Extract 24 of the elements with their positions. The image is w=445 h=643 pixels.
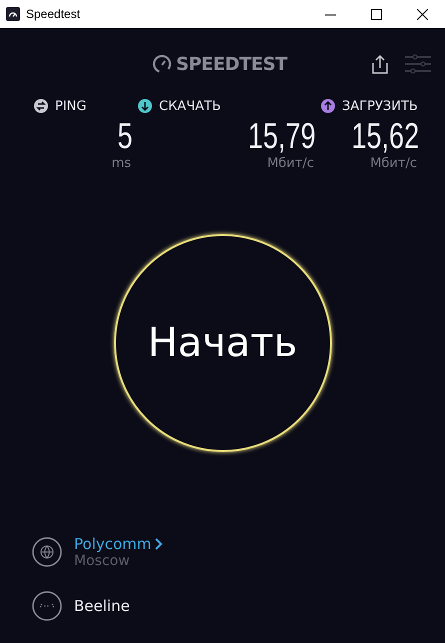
server-link[interactable]: Polycomm <box>74 535 164 553</box>
metric-unit: ms <box>112 156 132 171</box>
chevron-icon <box>155 538 164 550</box>
server-location: Moscow <box>74 553 131 569</box>
metric-unit: Мбит/с <box>267 156 315 171</box>
metric-value: 15,62 <box>351 116 420 156</box>
metric-title: СКАЧАТЬ <box>159 98 221 114</box>
logo-text: SPEEDTEST <box>176 54 288 74</box>
globe-icon <box>32 537 62 567</box>
metric-unit: Мбит/с <box>370 156 418 171</box>
metric-value: 5 <box>117 116 134 156</box>
start-button[interactable]: Начать <box>114 234 332 452</box>
window-title: Speedtest <box>26 7 82 21</box>
metric-title: PING <box>55 98 86 114</box>
provider-name: Beeline <box>74 597 130 615</box>
gauge-icon <box>152 54 172 74</box>
metric-value: 15,79 <box>248 116 316 156</box>
close-icon <box>416 8 428 20</box>
maximize-icon <box>370 8 382 20</box>
metric-title: ЗАГРУЗИТЬ <box>342 98 418 114</box>
sliders-icon <box>405 54 431 74</box>
gauge-icon <box>6 7 20 21</box>
connection-icon <box>32 591 62 621</box>
share-icon <box>372 54 388 74</box>
